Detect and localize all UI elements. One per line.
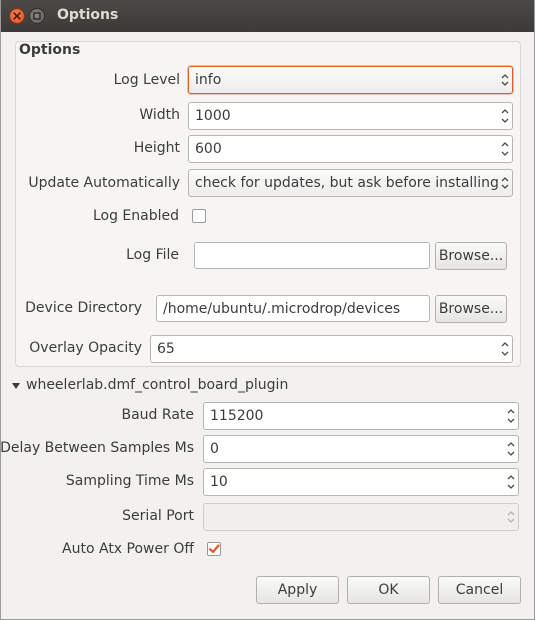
log-level-label: Log Level (113, 72, 180, 88)
minimize-icon (33, 12, 41, 20)
device-directory-input[interactable]: /home/ubuntu/.microdrop/devices (156, 295, 430, 322)
width-spinbox[interactable]: 1000 (188, 102, 513, 130)
spin-arrows-icon[interactable] (503, 469, 518, 495)
overlay-opacity-value: 65 (157, 341, 175, 357)
log-level-value: info (195, 72, 222, 88)
serial-port-label: Serial Port (122, 508, 194, 524)
checkmark-icon (208, 544, 220, 554)
auto-atx-power-off-checkbox[interactable] (207, 542, 221, 556)
plugin-expander[interactable]: wheelerlab.dmf_control_board_plugin (11, 377, 301, 395)
log-enabled-label: Log Enabled (92, 208, 179, 224)
log-enabled-checkbox[interactable] (192, 209, 206, 223)
sampling-time-label: Sampling Time Ms (65, 473, 194, 489)
height-value: 600 (195, 141, 222, 157)
auto-atx-power-off-label: Auto Atx Power Off (62, 541, 194, 557)
overlay-opacity-spinbox[interactable]: 65 (150, 335, 513, 363)
height-label: Height (133, 140, 180, 156)
title-bar: Options (1, 0, 534, 32)
sampling-time-spinbox[interactable]: 10 (203, 468, 519, 496)
spin-arrows-icon[interactable] (497, 103, 512, 129)
sampling-time-value: 10 (210, 474, 228, 490)
log-file-input[interactable] (194, 242, 430, 269)
spin-arrows-icon[interactable] (503, 436, 518, 462)
update-automatically-value: check for updates, but ask before instal… (195, 175, 499, 191)
close-icon (13, 12, 21, 20)
options-group-title: Options (19, 42, 81, 58)
delay-between-samples-label: Delay Between Samples Ms (0, 440, 194, 456)
baud-rate-spinbox[interactable]: 115200 (203, 402, 519, 430)
ok-button[interactable]: OK (347, 576, 430, 604)
expander-arrow-icon (12, 383, 20, 389)
select-arrows-icon (497, 170, 512, 196)
device-directory-label: Device Directory (25, 300, 142, 316)
window-title: Options (57, 7, 119, 23)
device-directory-value: /home/ubuntu/.microdrop/devices (163, 301, 401, 317)
baud-rate-label: Baud Rate (121, 407, 195, 423)
select-arrows-icon (503, 504, 518, 530)
spin-arrows-icon[interactable] (503, 403, 518, 429)
baud-rate-value: 115200 (210, 408, 264, 424)
log-level-select[interactable]: info (188, 66, 513, 94)
delay-between-samples-spinbox[interactable]: 0 (203, 435, 519, 463)
minimize-window-button[interactable] (29, 8, 45, 24)
select-arrows-icon (497, 67, 512, 93)
update-automatically-select[interactable]: check for updates, but ask before instal… (188, 169, 513, 197)
spin-arrows-icon[interactable] (497, 336, 512, 362)
delay-between-samples-value: 0 (210, 441, 219, 457)
width-label: Width (139, 107, 180, 123)
options-dialog: Options Options Log Level info Width 100… (0, 0, 535, 620)
plugin-title: wheelerlab.dmf_control_board_plugin (26, 377, 289, 393)
apply-button[interactable]: Apply (256, 576, 339, 604)
height-spinbox[interactable]: 600 (188, 135, 513, 163)
log-file-label: Log File (126, 247, 179, 263)
log-file-browse-button[interactable]: Browse... (435, 242, 507, 270)
cancel-button[interactable]: Cancel (438, 576, 521, 604)
overlay-opacity-label: Overlay Opacity (29, 340, 142, 356)
device-directory-browse-button[interactable]: Browse... (435, 295, 507, 323)
serial-port-select[interactable] (203, 503, 519, 531)
width-value: 1000 (195, 108, 231, 124)
update-automatically-label: Update Automatically (28, 175, 180, 191)
close-window-button[interactable] (9, 8, 25, 24)
spin-arrows-icon[interactable] (497, 136, 512, 162)
